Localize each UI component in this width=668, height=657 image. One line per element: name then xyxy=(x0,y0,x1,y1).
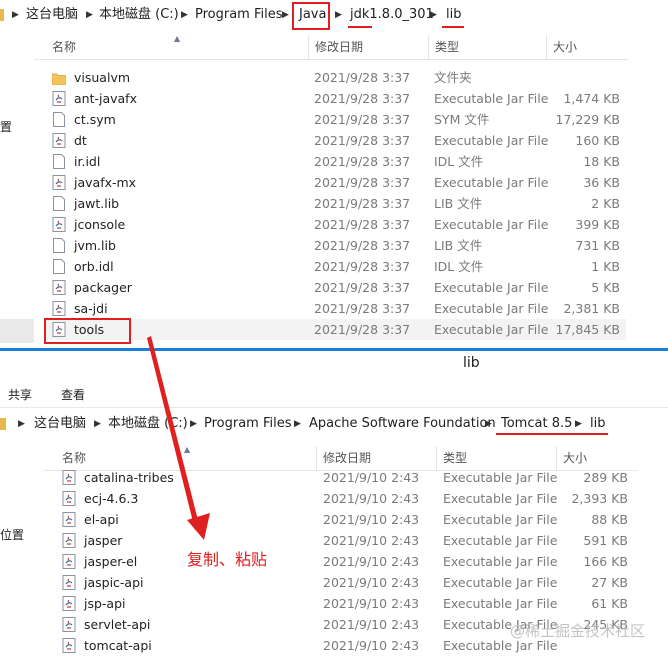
arrow-head xyxy=(187,513,210,540)
watermark: @稀土掘金技术社区 xyxy=(510,622,646,640)
annotation-label: 复制、粘贴 xyxy=(187,550,268,569)
copy-arrow xyxy=(147,336,210,540)
arrow-shaft xyxy=(147,336,200,530)
